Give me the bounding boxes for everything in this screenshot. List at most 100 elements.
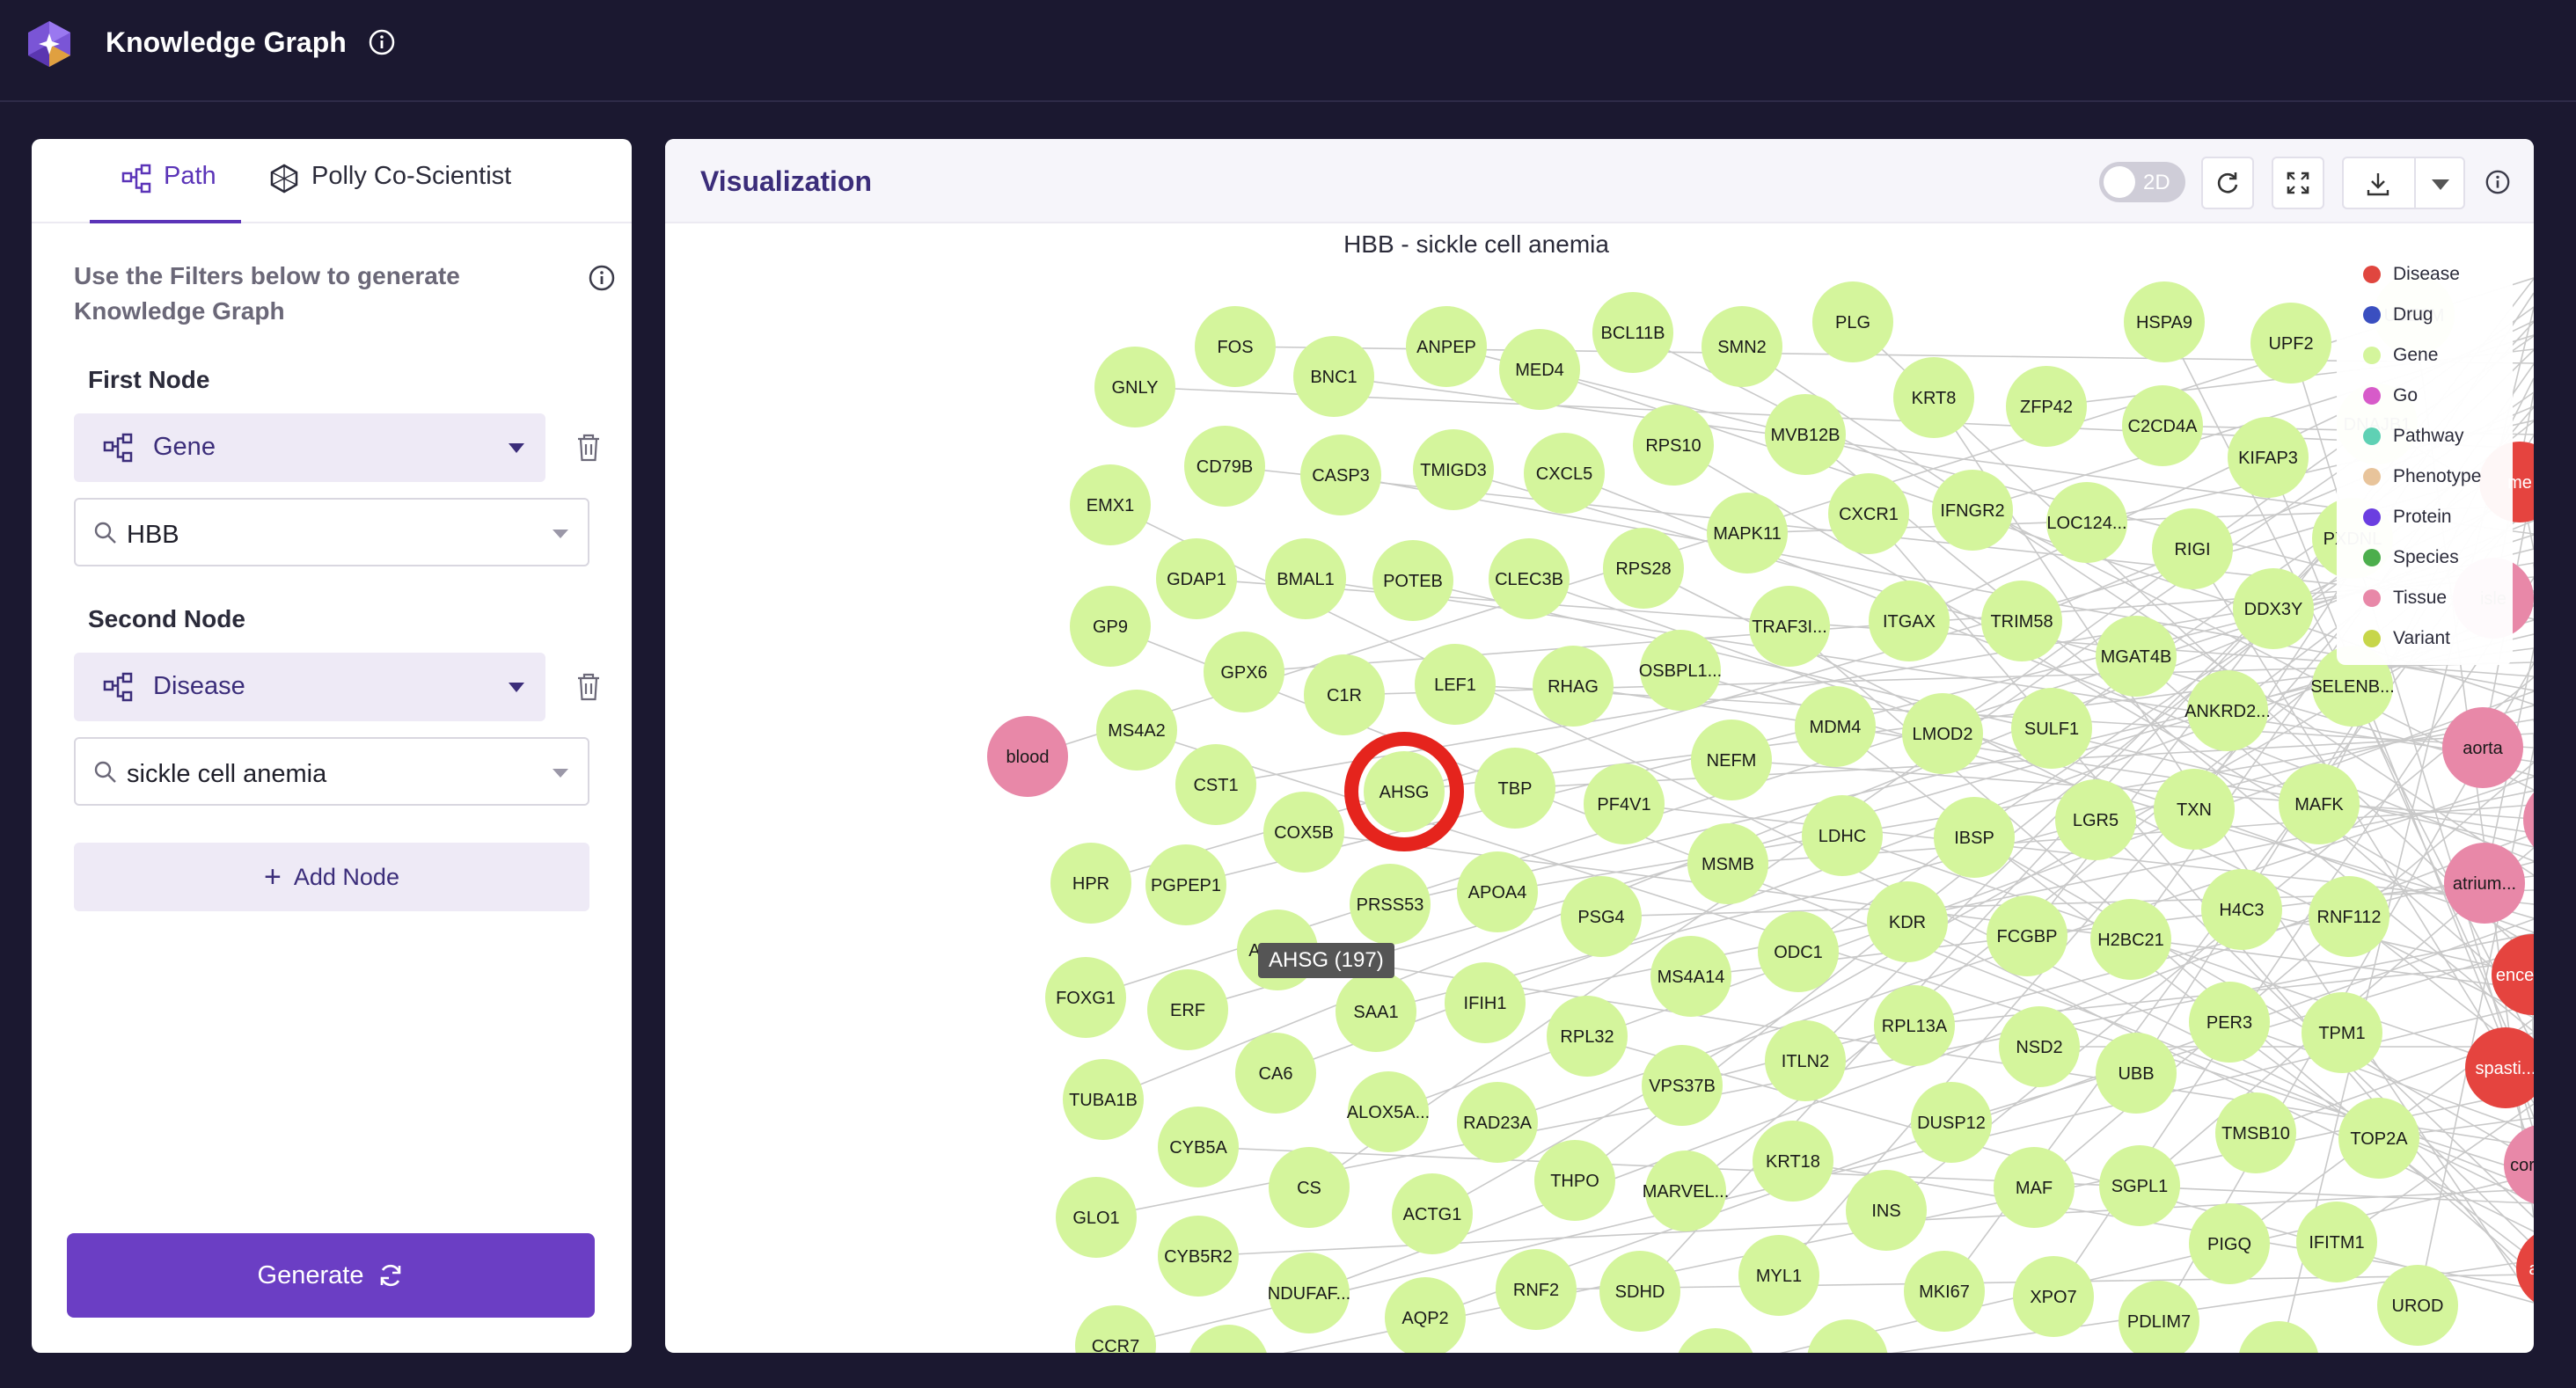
legend-item-disease[interactable]: Disease (2363, 257, 2460, 292)
graph-node-ms4a14[interactable]: MS4A14 (1650, 936, 1731, 1017)
graph-node-alox5a[interactable]: ALOX5A... (1347, 1071, 1431, 1152)
legend-item-tissue[interactable]: Tissue (2363, 581, 2447, 616)
graph-node-cox5b[interactable]: COX5B (1263, 792, 1344, 873)
graph-node-ddx3y[interactable]: DDX3Y (2233, 568, 2314, 649)
graph-node-rnf112[interactable]: RNF112 (2309, 876, 2389, 957)
tab-path[interactable]: Path (90, 162, 241, 223)
graph-node-pcnt[interactable]: PCNT (1675, 1328, 1756, 1353)
graph-node-sgpl1[interactable]: SGPL1 (2099, 1145, 2180, 1226)
legend-item-phenotype[interactable]: Phenotype (2363, 459, 2481, 494)
graph-node-gdap1[interactable]: GDAP1 (1156, 538, 1237, 619)
graph-node-rigi[interactable]: RIGI (2152, 508, 2233, 589)
tab-polly-co-scientist[interactable]: Polly Co-Scientist (269, 162, 533, 223)
graph-node-saa1[interactable]: SAA1 (1336, 971, 1416, 1052)
graph-node-ms4a2[interactable]: MS4A2 (1096, 690, 1177, 771)
graph-node-h4c3[interactable]: H4C3 (2201, 869, 2282, 950)
graph-node-lef1[interactable]: LEF1 (1415, 644, 1496, 725)
graph-node-ins[interactable]: INS (1846, 1170, 1927, 1251)
graph-node-nefm[interactable]: NEFM (1691, 720, 1772, 800)
graph-node-tpm1[interactable]: TPM1 (2302, 992, 2382, 1073)
graph-node-psg4[interactable]: PSG4 (1561, 876, 1642, 957)
graph-node-bmal1[interactable]: BMAL1 (1265, 538, 1346, 619)
graph-node-urod[interactable]: UROD (2377, 1265, 2458, 1346)
graph-node-tuba1b[interactable]: TUBA1B (1063, 1059, 1144, 1140)
graph-node-sulf1[interactable]: SULF1 (2011, 688, 2092, 769)
graph-node-mdm4[interactable]: MDM4 (1795, 686, 1876, 767)
graph-node-rps10[interactable]: RPS10 (1633, 405, 1714, 486)
graph-node-prss53[interactable]: PRSS53 (1350, 864, 1431, 945)
graph-node-pigq[interactable]: PIGQ (2189, 1203, 2270, 1284)
legend-item-species[interactable]: Species (2363, 540, 2459, 575)
first-node-type-select[interactable]: Gene (74, 413, 545, 482)
trash-icon[interactable] (575, 433, 602, 463)
graph-node-casp3[interactable]: CASP3 (1300, 435, 1381, 515)
graph-node-odc1[interactable]: ODC1 (1758, 911, 1839, 992)
graph-node-myl1[interactable]: MYL1 (1738, 1235, 1819, 1316)
graph-node-c2cd4a[interactable]: C2CD4A (2122, 385, 2203, 466)
graph-node-ankrd2[interactable]: ANKRD2... (2184, 670, 2271, 751)
reset-view-button[interactable] (2201, 157, 2254, 209)
graph-node-dusp12[interactable]: DUSP12 (1911, 1082, 1992, 1163)
graph-node-apoa4[interactable]: APOA4 (1457, 851, 1538, 932)
graph-node-ibsp[interactable]: IBSP (1934, 797, 2015, 878)
graph-node-hpr[interactable]: HPR (1050, 843, 1131, 924)
graph-node-kdr[interactable]: KDR (1867, 881, 1948, 962)
fullscreen-button[interactable] (2272, 157, 2324, 209)
legend-item-variant[interactable]: Variant (2363, 621, 2450, 656)
graph-node-per3[interactable]: PER3 (2189, 982, 2270, 1063)
graph-node-rhag[interactable]: RHAG (1533, 646, 1614, 727)
graph-node-mvb12b[interactable]: MVB12B (1765, 394, 1846, 475)
graph-node-txn[interactable]: TXN (2154, 769, 2235, 850)
graph-node-trim58[interactable]: TRIM58 (1981, 581, 2062, 661)
graph-node-itgax[interactable]: ITGAX (1869, 581, 1950, 661)
graph-node-fcgbp[interactable]: FCGBP (1987, 895, 2067, 976)
graph-node-h2bc21[interactable]: H2BC21 (2090, 899, 2171, 980)
graph-node-emx1[interactable]: EMX1 (1070, 464, 1151, 545)
graph-node-albini[interactable]: albini... (2516, 1228, 2534, 1309)
info-icon[interactable] (2485, 169, 2511, 195)
graph-node-glo1[interactable]: GLO1 (1056, 1177, 1137, 1258)
graph-node-aorta[interactable]: aorta (2442, 707, 2523, 788)
generate-button[interactable]: Generate (67, 1233, 595, 1318)
info-icon[interactable] (368, 28, 396, 56)
graph-node-mapk11[interactable]: MAPK11 (1707, 493, 1788, 573)
graph-node-anpep[interactable]: ANPEP (1406, 306, 1487, 387)
view-mode-toggle[interactable]: 2D (2099, 162, 2185, 202)
legend-item-pathway[interactable]: Pathway (2363, 419, 2464, 454)
graph-node-cyb5r2[interactable]: CYB5R2 (1158, 1216, 1239, 1297)
graph-node-zfp42[interactable]: ZFP42 (2006, 366, 2087, 447)
graph-node-xpo7[interactable]: XPO7 (2013, 1256, 2094, 1337)
graph-node-ifngr2[interactable]: IFNGR2 (1932, 470, 2013, 551)
graph-node-aqp2[interactable]: AQP2 (1385, 1277, 1466, 1353)
graph-node-atrium[interactable]: atrium... (2444, 843, 2525, 924)
knowledge-graph[interactable]: blood FOS GNLY BNC1 ANPEP MED4 BCL11B SMN2 PLG HS… (665, 225, 2534, 1353)
graph-node-poteb[interactable]: POTEB (1372, 540, 1453, 621)
graph-node-rpl13a[interactable]: RPL13A (1874, 985, 1955, 1066)
legend-item-gene[interactable]: Gene (2363, 338, 2438, 373)
chevron-down-icon[interactable] (2432, 179, 2449, 190)
graph-node-krt18[interactable]: KRT18 (1753, 1121, 1833, 1202)
graph-node-cxcl5[interactable]: CXCL5 (1524, 433, 1605, 514)
app-logo-icon[interactable] (26, 19, 72, 69)
graph-node-rps28[interactable]: RPS28 (1603, 528, 1684, 609)
graph-node-cd79b[interactable]: CD79B (1184, 426, 1265, 507)
graph-node-vps37b[interactable]: VPS37B (1642, 1045, 1723, 1126)
graph-node-cyb5a[interactable]: CYB5A (1158, 1107, 1239, 1187)
graph-node-ubb[interactable]: UBB (2096, 1033, 2177, 1114)
graph-node-mki67[interactable]: MKI67 (1904, 1251, 1985, 1332)
graph-node-maf[interactable]: MAF (1994, 1147, 2075, 1228)
graph-node-nkg7[interactable]: NKG7 (1807, 1319, 1888, 1353)
graph-node-rnf2[interactable]: RNF2 (1496, 1249, 1577, 1330)
first-node-search-input[interactable]: HBB (74, 498, 589, 566)
graph-node-nsd2[interactable]: NSD2 (1999, 1006, 2080, 1087)
graph-node-tmigd3[interactable]: TMIGD3 (1413, 429, 1494, 510)
second-node-type-select[interactable]: Disease (74, 653, 545, 721)
graph-node-kifap3[interactable]: KIFAP3 (2228, 417, 2309, 498)
graph-node-ifitm1[interactable]: IFITM1 (2296, 1202, 2377, 1282)
graph-node-gp9[interactable]: GP9 (1070, 586, 1151, 667)
graph-node-mgat4b[interactable]: MGAT4B (2096, 616, 2177, 697)
graph-node-plg[interactable]: PLG (1812, 281, 1893, 362)
graph-node-itln2[interactable]: ITLN2 (1765, 1020, 1846, 1101)
graph-node-pf4v1[interactable]: PF4V1 (1584, 763, 1665, 844)
graph-node-tmsb10[interactable]: TMSB10 (2215, 1092, 2296, 1173)
